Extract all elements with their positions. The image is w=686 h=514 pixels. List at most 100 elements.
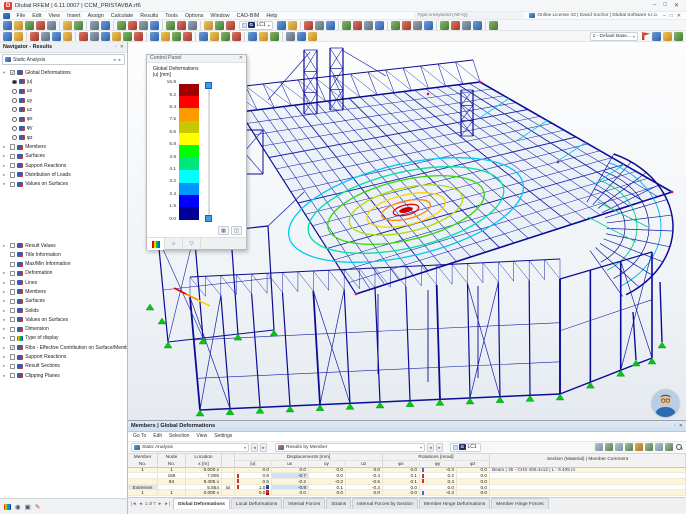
toolbar-icon[interactable] (63, 21, 72, 30)
expander-icon[interactable]: ▸ (3, 163, 8, 169)
expander-icon[interactable]: ▸ (3, 298, 8, 304)
toolbar-icon[interactable] (226, 21, 235, 30)
expander-icon[interactable]: ▸ (3, 243, 8, 249)
toolbar-icon[interactable] (674, 32, 683, 41)
table-menu-item[interactable]: Edit (150, 433, 165, 439)
menu-item[interactable]: Tools (162, 13, 182, 19)
close-icon[interactable]: ✕ (679, 423, 683, 429)
toolbar-icon[interactable] (221, 32, 230, 41)
table-menu-item[interactable]: View (193, 433, 210, 439)
checkbox[interactable] (10, 154, 15, 159)
radio-button[interactable] (12, 117, 17, 122)
toolbar-icon[interactable] (199, 32, 208, 41)
prev-case-button[interactable]: ◄ (251, 443, 258, 452)
tree-item-display-option[interactable]: ▸ Support Reactions (0, 352, 127, 361)
slider-handle-bottom[interactable] (205, 215, 212, 222)
table-tab[interactable]: Strains (326, 498, 351, 509)
radio-button[interactable] (12, 126, 17, 131)
menu-item[interactable]: Edit (29, 13, 45, 19)
toolbar-icon[interactable] (288, 21, 297, 30)
expander-icon[interactable]: ▸ (3, 373, 8, 379)
menu-item[interactable]: File (13, 13, 29, 19)
analysis-type-dropdown[interactable]: Static Analysis ▾ (131, 443, 249, 452)
tree-item-component[interactable]: uy (0, 96, 127, 105)
checkbox[interactable] (10, 317, 15, 322)
toolbar-icon[interactable] (75, 32, 76, 41)
table-tab[interactable]: Local Deformations (231, 498, 282, 509)
checkbox[interactable] (10, 144, 15, 149)
tree-item-result-category[interactable]: ▸ Support Reactions (0, 161, 127, 170)
toolbar-icon[interactable] (30, 32, 39, 41)
toolbar-icon[interactable] (59, 21, 60, 30)
tree-item-display-option[interactable]: ▸ Max/Min Information (0, 259, 127, 268)
visibility-dropdown[interactable]: 1 - Default Base... ▾ (590, 32, 638, 41)
table-row[interactable]: 1 1 0.000 x 0.0 0.0 0.0 0.0 0.0 -0.3 0.0 (128, 490, 686, 496)
table-select-icon[interactable] (625, 443, 633, 451)
user-avatar[interactable] (652, 390, 679, 417)
toolbar-icon[interactable] (117, 21, 126, 30)
checkbox[interactable] (10, 252, 15, 257)
toolbar-icon[interactable] (195, 32, 196, 41)
toolbar-icon[interactable] (375, 21, 384, 30)
table-tab[interactable]: Internal Forces (283, 498, 325, 509)
table-print-icon[interactable] (605, 443, 613, 451)
table-menu-item[interactable]: Go To (130, 433, 149, 439)
tree-item-display-option[interactable]: ▸ Type of display (0, 334, 127, 343)
toolbar-icon[interactable] (270, 32, 279, 41)
table-tab[interactable]: Global Deformations (173, 498, 230, 509)
checkbox[interactable] (10, 327, 15, 332)
close-icon[interactable]: ✕ (239, 55, 243, 61)
toolbar-icon[interactable] (300, 21, 301, 30)
toolbar-icon[interactable] (326, 21, 335, 30)
toolbar-icon[interactable] (41, 32, 50, 41)
toolbar-icon[interactable] (338, 21, 339, 30)
toolbar-icon[interactable] (473, 21, 482, 30)
tree-item-display-option[interactable]: ▸ Lines (0, 278, 127, 287)
toolbar-icon[interactable] (663, 32, 672, 41)
toolbar-icon[interactable] (282, 32, 283, 41)
model-viewport[interactable]: Control Panel ✕ Global Deformations |u| … (128, 42, 686, 420)
toolbar-icon[interactable] (3, 21, 12, 30)
annotation-pen-icon[interactable]: ✎ (35, 503, 40, 511)
expander-icon[interactable]: ▸ (3, 345, 8, 351)
maximize-button[interactable]: □ (663, 2, 667, 9)
slider-handle-top[interactable] (205, 82, 212, 89)
toolbar-icon[interactable] (451, 21, 460, 30)
toolbar-icon[interactable] (436, 21, 437, 30)
load-case-selector[interactable]: G LC1 ▾ (239, 21, 273, 30)
tree-item-component[interactable]: φz (0, 133, 127, 142)
menu-item[interactable]: Options (181, 13, 207, 19)
menu-item[interactable]: View (45, 13, 64, 19)
checkbox[interactable] (10, 243, 15, 248)
toolbar-icon[interactable] (63, 32, 72, 41)
toolbar-icon[interactable] (342, 21, 351, 30)
toolbar-icon[interactable] (297, 32, 306, 41)
expander-icon[interactable]: ▸ (3, 289, 8, 295)
toolbar-icon[interactable] (204, 21, 213, 30)
toolbar-icon[interactable] (74, 21, 83, 30)
toolbar-icon[interactable] (232, 32, 241, 41)
tree-item-result-category[interactable]: ▸ Values on Surfaces (0, 180, 127, 189)
minimize-button[interactable]: – (653, 2, 656, 9)
radio-button[interactable] (12, 80, 17, 85)
close-button[interactable]: ✕ (674, 2, 679, 9)
radio-button[interactable] (12, 107, 17, 112)
toolbar-icon[interactable] (146, 32, 147, 41)
expander-icon[interactable]: ▸ (3, 363, 8, 369)
tree-item-display-option[interactable]: ▸ Members (0, 287, 127, 296)
close-icon[interactable]: ✕ (120, 44, 124, 50)
table-export-icon[interactable] (595, 443, 603, 451)
toolbar-icon[interactable] (485, 21, 486, 30)
toolbar-icon[interactable] (462, 21, 471, 30)
tab-filter[interactable]: ▽ (183, 238, 201, 250)
last-table-button[interactable]: ►| (164, 501, 170, 506)
tree-item-component[interactable]: |u| (0, 77, 127, 86)
toolbar-icon[interactable] (652, 32, 661, 41)
expander-icon[interactable]: ▸ (3, 308, 8, 314)
toolbar-icon[interactable] (90, 32, 99, 41)
toolbar-icon[interactable] (101, 32, 110, 41)
tab-color-scale[interactable] (147, 238, 165, 250)
checkbox[interactable] (10, 354, 15, 359)
toolbar-icon[interactable] (14, 32, 23, 41)
panel-extents-button[interactable]: ◫ (231, 226, 242, 235)
